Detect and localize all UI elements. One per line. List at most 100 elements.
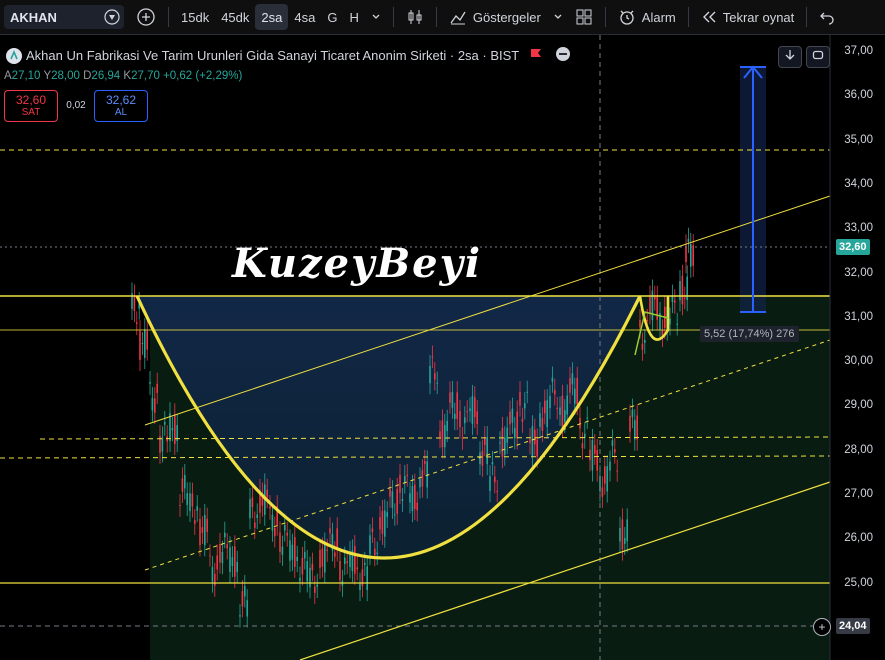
candle-body xyxy=(431,356,434,358)
candle-body xyxy=(319,549,321,568)
candle-body xyxy=(651,290,654,321)
price-tick-label: 37,00 xyxy=(844,45,873,57)
candle-body xyxy=(396,488,398,514)
candle-body xyxy=(219,543,221,563)
candle-body xyxy=(229,547,231,572)
close-key: K xyxy=(123,70,132,82)
toolbar-divider xyxy=(435,7,437,27)
candle-body xyxy=(441,420,444,448)
candle-body xyxy=(524,403,526,409)
candle-body xyxy=(279,532,281,552)
candle-body xyxy=(356,567,358,570)
price-tick-label: 31,00 xyxy=(844,310,873,323)
candle-body xyxy=(314,586,316,593)
candle-body xyxy=(534,429,536,445)
undo-button[interactable] xyxy=(813,4,841,30)
crosshair-plus-button[interactable]: + xyxy=(813,618,831,636)
candle-body xyxy=(469,408,471,412)
scroll-down-button[interactable] xyxy=(778,46,802,68)
replay-button[interactable]: Tekrar oynat xyxy=(695,4,801,30)
interval-4sa[interactable]: 4sa xyxy=(288,4,321,30)
candle-body xyxy=(301,557,304,575)
candle-body xyxy=(246,600,248,617)
candle-body xyxy=(294,537,296,567)
indicators-button[interactable]: Göstergeler xyxy=(443,4,547,30)
candle-body xyxy=(536,439,538,457)
refresh-icon xyxy=(812,48,824,66)
indicators-icon xyxy=(449,8,467,26)
price-chart[interactable] xyxy=(0,35,885,660)
interval-h[interactable]: H xyxy=(343,4,364,30)
interval-g[interactable]: G xyxy=(321,4,343,30)
chart-legend: Akhan Un Fabrikasi Ve Tarim Urunleri Gid… xyxy=(6,46,571,65)
toolbar-divider xyxy=(687,7,689,27)
buy-button[interactable]: 32,62 AL xyxy=(94,90,148,122)
sell-button[interactable]: 32,60 SAT xyxy=(4,90,58,122)
top-toolbar: AKHAN 15dk 45dk 2sa 4sa G H Göstergeler … xyxy=(0,0,885,35)
candle-body xyxy=(619,527,621,542)
candle-body xyxy=(384,510,386,537)
flag-icon[interactable] xyxy=(529,47,543,64)
fullscreen-button[interactable] xyxy=(806,46,830,68)
minus-circle-icon[interactable] xyxy=(555,46,571,65)
candle-body xyxy=(281,546,284,555)
candle-body xyxy=(616,470,618,472)
layout-button[interactable] xyxy=(569,4,599,30)
candle-body xyxy=(561,395,564,427)
alarm-label: Alarm xyxy=(641,9,676,25)
candle-body xyxy=(444,425,446,448)
candle-body xyxy=(154,398,156,413)
candle-body xyxy=(494,476,496,483)
high-key: Y xyxy=(43,70,52,82)
indicators-dropdown[interactable] xyxy=(547,4,569,30)
chevron-down-icon xyxy=(553,12,563,22)
candle-body xyxy=(344,557,346,564)
candle-body xyxy=(446,420,448,432)
candle-body xyxy=(251,497,254,508)
candle-body xyxy=(156,383,158,393)
alarm-button[interactable]: Alarm xyxy=(612,4,682,30)
candle-body xyxy=(194,520,196,524)
interval-15dk[interactable]: 15dk xyxy=(175,4,215,30)
change-value: +0,62 (+2,29%) xyxy=(163,70,243,82)
interval-dropdown[interactable] xyxy=(365,4,387,30)
candle-body xyxy=(451,391,454,408)
candle-body xyxy=(241,591,244,607)
price-tick-label: 32,00 xyxy=(844,266,873,279)
candle-body xyxy=(184,475,186,489)
candle-body xyxy=(171,427,174,431)
candle-body xyxy=(169,413,171,441)
candle-body xyxy=(399,474,401,493)
candle-body xyxy=(371,528,374,532)
candle-body xyxy=(559,407,561,415)
candle-body xyxy=(133,295,136,311)
compare-add-button[interactable] xyxy=(130,4,162,30)
candle-body xyxy=(321,548,324,567)
price-tick-label: 35,00 xyxy=(844,133,873,146)
candle-body xyxy=(646,320,648,322)
symbol-badge-icon xyxy=(104,9,120,25)
candle-body xyxy=(571,373,574,385)
candle-body xyxy=(419,478,421,488)
candle-body xyxy=(656,296,658,320)
symbol-search[interactable]: AKHAN xyxy=(4,5,124,29)
interval-2sa[interactable]: 2sa xyxy=(255,4,289,30)
candle-body xyxy=(411,486,414,512)
candle-body xyxy=(604,466,606,484)
candle-body xyxy=(254,522,256,528)
candle-body xyxy=(404,476,406,483)
candle-body xyxy=(674,300,676,303)
candle-body xyxy=(539,413,541,427)
candle-body xyxy=(269,506,271,509)
candle-body xyxy=(606,466,608,492)
candle-body xyxy=(146,331,148,350)
interval-45dk[interactable]: 45dk xyxy=(215,4,255,30)
candle-body xyxy=(459,411,461,428)
chart-type-button[interactable] xyxy=(400,4,430,30)
candle-body xyxy=(436,382,438,384)
candle-body xyxy=(631,409,634,418)
candle-body xyxy=(629,415,631,432)
price-tick-label: 36,00 xyxy=(844,89,873,102)
candle-body xyxy=(516,411,518,439)
price-tick-label: 33,00 xyxy=(844,222,873,235)
